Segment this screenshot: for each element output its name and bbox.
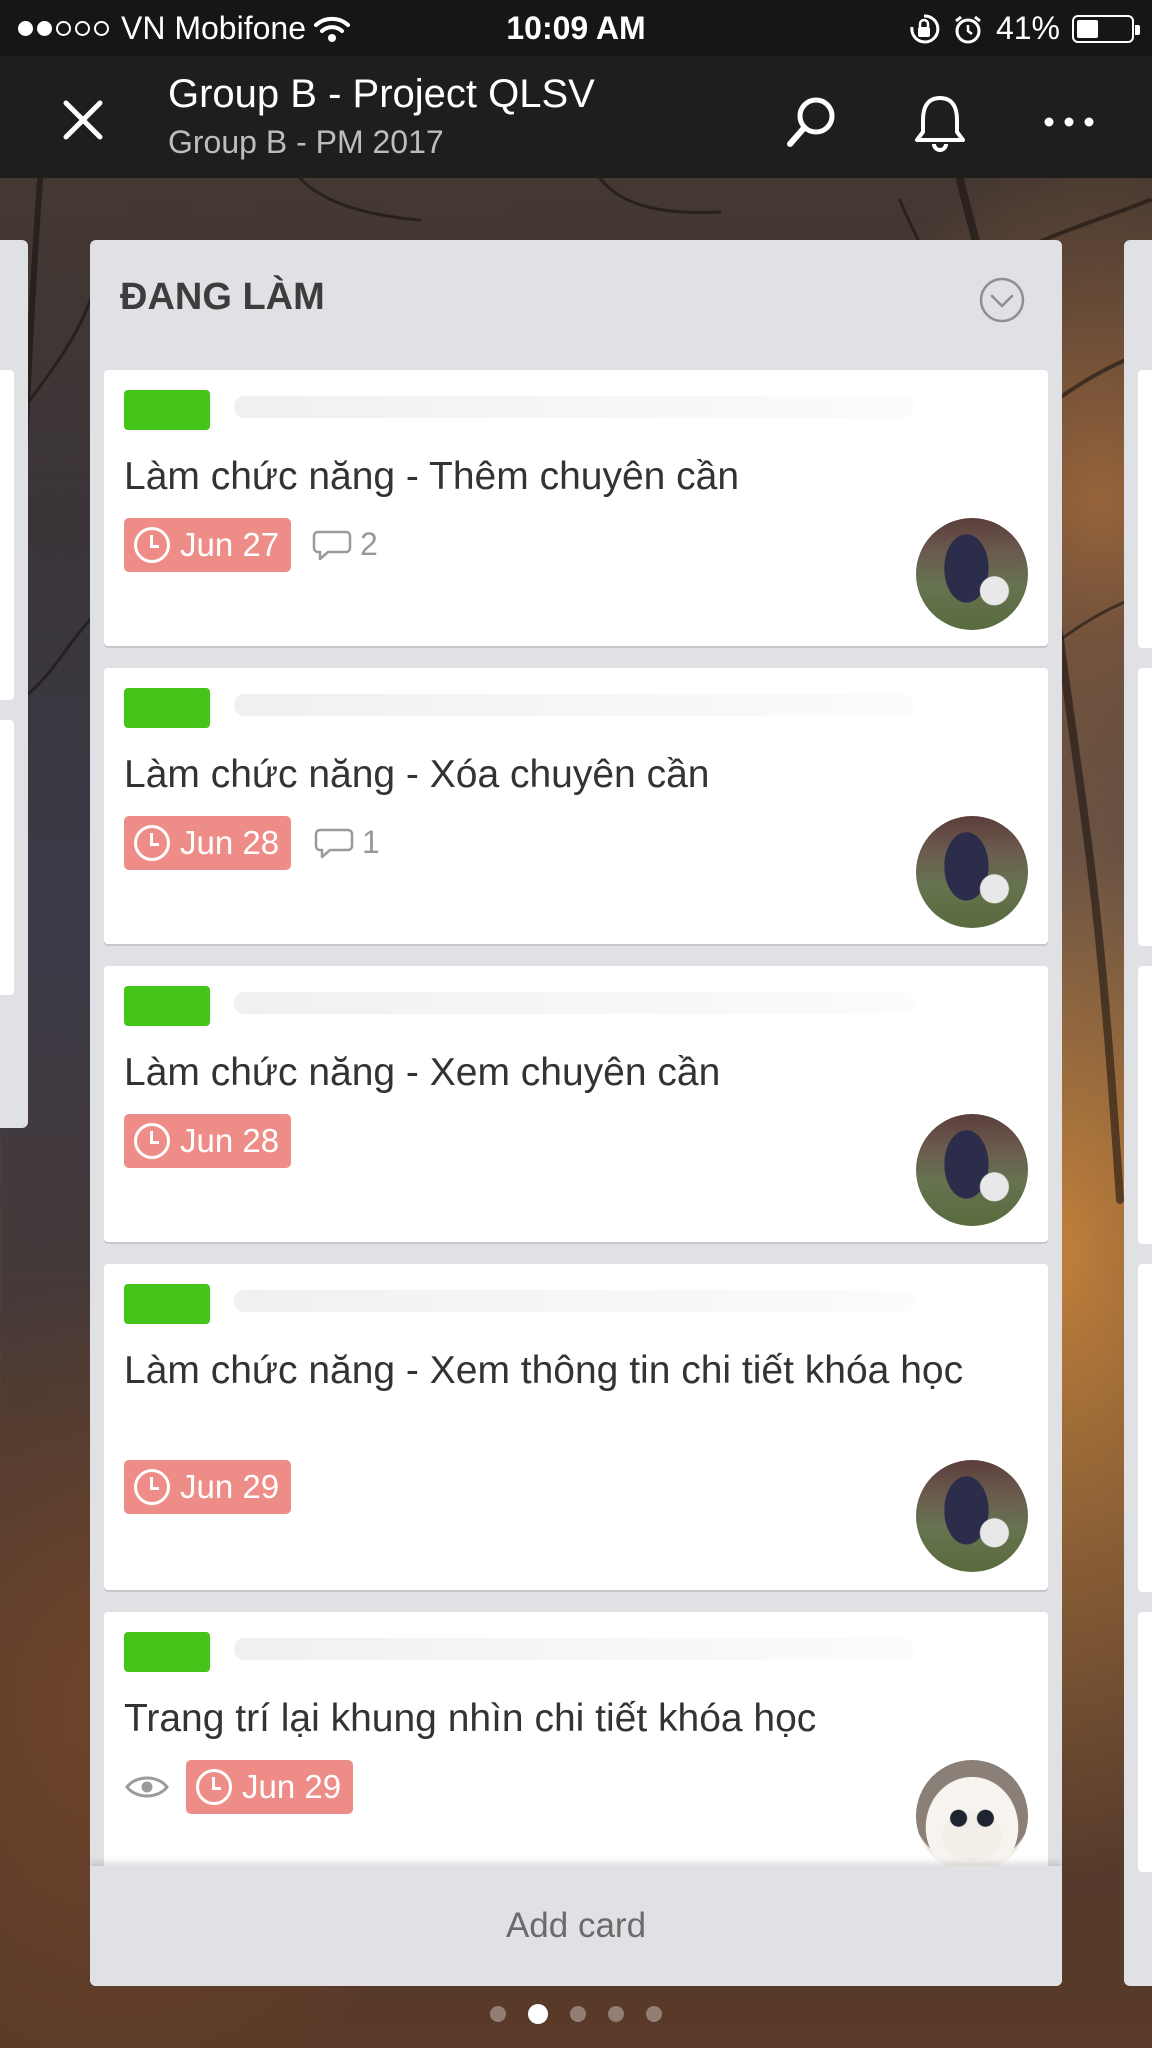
card-item[interactable]: Làm chức năng - Xóa chuyên cần Jun 28 1	[104, 668, 1048, 944]
comment-count: 1	[314, 824, 380, 861]
pager-dot[interactable]	[490, 2006, 506, 2022]
board-header: Group B - Project QLSV Group B - PM 2017	[0, 56, 1152, 178]
close-icon[interactable]	[50, 91, 120, 151]
due-date-badge: Jun 29	[124, 1460, 292, 1514]
clock-icon	[196, 1769, 232, 1805]
blurred-label-text	[234, 1638, 914, 1660]
card-title: Làm chức năng - Xem thông tin chi tiết k…	[124, 1349, 964, 1392]
clock-icon	[134, 1123, 170, 1159]
watching-eye-icon	[125, 1776, 169, 1798]
rotation-lock-icon	[910, 13, 940, 43]
due-date-text: Jun 28	[180, 824, 280, 861]
comment-count: 2	[312, 526, 378, 563]
pager-dot[interactable]	[608, 2006, 624, 2022]
add-card-button[interactable]: Add card	[90, 1866, 1062, 1986]
member-avatar[interactable]	[916, 1114, 1028, 1226]
next-list-card	[1138, 370, 1152, 648]
more-icon[interactable]	[1034, 92, 1104, 152]
card-label-green	[124, 390, 210, 430]
search-icon[interactable]	[776, 92, 846, 152]
battery-percent: 41%	[995, 10, 1060, 46]
card-label-green	[124, 688, 210, 728]
card-title: Trang trí lại khung nhìn chi tiết khóa h…	[124, 1697, 817, 1740]
clock-icon	[134, 1469, 170, 1505]
next-list-edge[interactable]	[1124, 240, 1152, 1986]
card-item[interactable]: Làm chức năng - Xem chuyên cần Jun 28	[104, 966, 1048, 1242]
due-date-text: Jun 28	[180, 1122, 280, 1159]
list-dang-lam: ĐANG LÀM Làm chức năng - Thêm chuyên cần…	[90, 240, 1062, 1986]
card-item[interactable]: Làm chức năng - Xem thông tin chi tiết k…	[104, 1264, 1048, 1590]
clock-icon	[134, 527, 170, 563]
bell-icon[interactable]	[905, 92, 975, 152]
next-list-card	[1138, 668, 1152, 946]
battery-icon	[1072, 14, 1140, 43]
previous-list-edge[interactable]	[0, 240, 28, 1128]
due-date-badge: Jun 27	[124, 518, 292, 572]
card-item[interactable]: Làm chức năng - Thêm chuyên cần Jun 27 2	[104, 370, 1048, 646]
status-right: 41%	[908, 10, 1140, 47]
next-list-card	[1138, 966, 1152, 1244]
next-list-card	[1138, 1264, 1152, 1592]
due-date-badge: Jun 28	[124, 1114, 292, 1168]
comment-icon	[312, 530, 352, 560]
comment-count-text: 1	[362, 824, 380, 860]
card-label-green	[124, 1632, 210, 1672]
alarm-icon	[955, 15, 981, 43]
pager-dot[interactable]	[528, 2004, 548, 2024]
pager-dot[interactable]	[570, 2006, 586, 2022]
blurred-label-text	[234, 694, 914, 716]
due-date-text: Jun 27	[180, 526, 280, 563]
due-date-text: Jun 29	[180, 1468, 280, 1505]
card-title: Làm chức năng - Thêm chuyên cần	[124, 455, 740, 498]
member-avatar[interactable]	[916, 518, 1028, 630]
member-avatar[interactable]	[916, 1460, 1028, 1572]
due-date-badge: Jun 28	[124, 816, 292, 870]
pager-dot[interactable]	[646, 2006, 662, 2022]
list-title: ĐANG LÀM	[120, 276, 325, 318]
status-bar: VN Mobifone 10:09 AM 41%	[0, 0, 1152, 56]
card-title: Làm chức năng - Xóa chuyên cần	[124, 753, 710, 796]
next-list-card	[1138, 1612, 1152, 1872]
card-label-green	[124, 986, 210, 1026]
member-avatar[interactable]	[916, 1760, 1028, 1872]
battery-cap	[1135, 24, 1140, 35]
board-title: Group B - Project QLSV	[168, 72, 595, 116]
comment-count-text: 2	[360, 526, 378, 562]
due-date-badge: Jun 29	[186, 1760, 354, 1814]
clock-icon	[134, 825, 170, 861]
comment-icon	[314, 828, 354, 858]
blurred-label-text	[234, 992, 914, 1014]
board-subtitle: Group B - PM 2017	[168, 124, 444, 160]
card-label-green	[124, 1284, 210, 1324]
list-pager	[0, 2004, 1152, 2024]
previous-list-card	[0, 720, 14, 995]
list-menu-chevron-icon[interactable]	[978, 276, 1026, 324]
blurred-label-text	[234, 396, 914, 418]
member-avatar[interactable]	[916, 816, 1028, 928]
previous-list-card	[0, 370, 14, 700]
battery-level	[1077, 19, 1098, 38]
card-title: Làm chức năng - Xem chuyên cần	[124, 1051, 721, 1094]
due-date-text: Jun 29	[242, 1768, 342, 1805]
card-item[interactable]: Trang trí lại khung nhìn chi tiết khóa h…	[104, 1612, 1048, 1882]
blurred-label-text	[234, 1290, 914, 1312]
